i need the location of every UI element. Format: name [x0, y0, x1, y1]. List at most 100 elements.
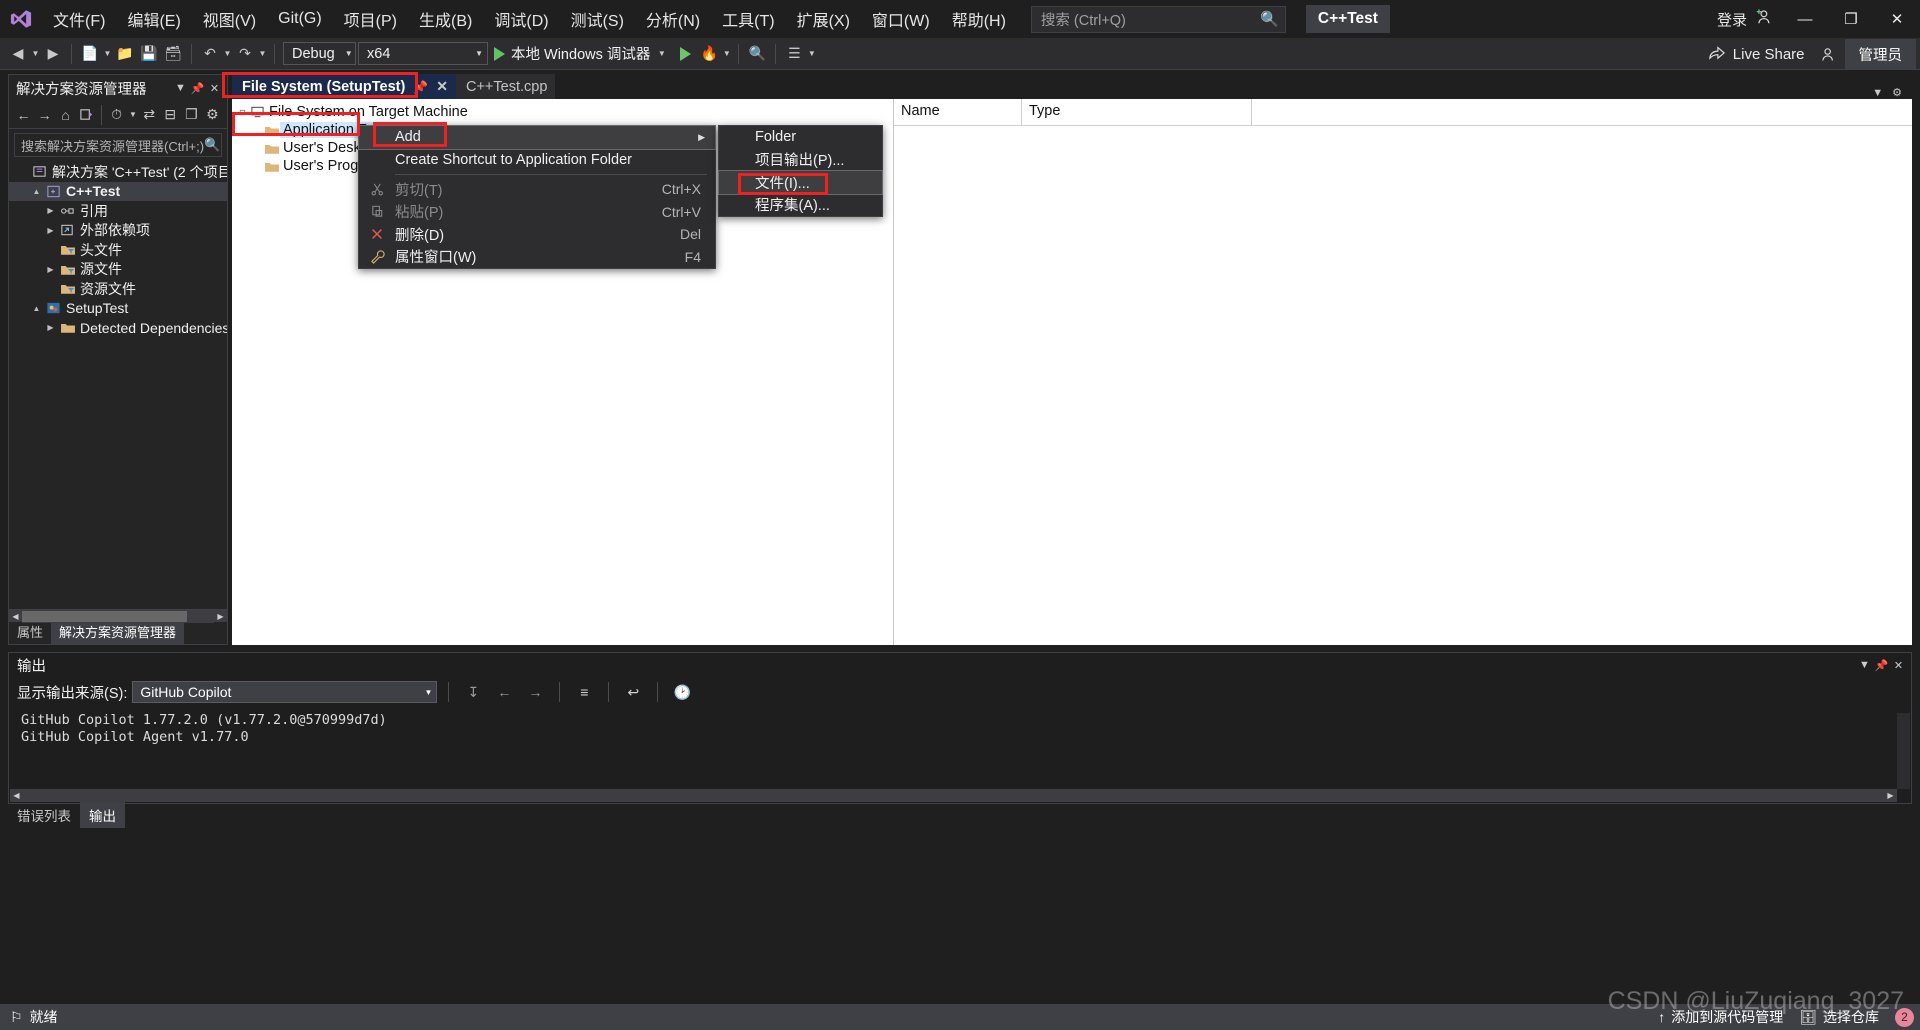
chevron-down-icon[interactable]: ▼ — [172, 78, 189, 98]
expander-icon[interactable]: ▶ — [43, 226, 58, 235]
menu-view[interactable]: 视图(V) — [192, 0, 267, 38]
scroll-right-icon[interactable]: ▶ — [214, 612, 227, 621]
context-menu-item[interactable]: 粘贴(P) Ctrl+V — [359, 201, 715, 224]
document-tab-strip[interactable]: File System (SetupTest) 📌 ✕ C++Test.cpp ▼ ⚙ — [232, 74, 1912, 99]
solution-tree-item[interactable]: ▶ 外部依赖项 — [9, 221, 227, 241]
submenu-item[interactable]: 项目输出(P)... — [719, 149, 882, 172]
menu-window[interactable]: 窗口(W) — [861, 0, 941, 38]
solution-tree-item[interactable]: ▶ 引用 — [9, 201, 227, 221]
menu-debug[interactable]: 调试(D) — [483, 0, 559, 38]
solution-explorer-hscrollbar[interactable]: ◀ ▶ — [9, 609, 227, 623]
navigate-forward-icon[interactable]: ▶ — [41, 42, 65, 66]
output-hscrollbar[interactable]: ◀ ▶ — [10, 789, 1897, 802]
context-menu-item[interactable]: Add ▶ — [358, 125, 716, 150]
sync-with-active-doc-icon[interactable] — [77, 104, 96, 126]
find-message-icon[interactable]: ↧ — [460, 680, 486, 704]
expander-icon[interactable]: ▶ — [43, 323, 58, 332]
restore-button[interactable]: ❐ — [1828, 0, 1874, 38]
menu-help[interactable]: 帮助(H) — [941, 0, 1017, 38]
play-outline-icon[interactable] — [673, 42, 697, 66]
window-layout-icon[interactable]: ☰ — [782, 42, 806, 66]
undo-dropdown-icon[interactable]: ▼ — [222, 49, 233, 58]
submenu-item[interactable]: 程序集(A)... — [719, 194, 882, 217]
new-project-icon[interactable]: 📄 — [78, 42, 102, 66]
minimize-button[interactable]: — — [1782, 0, 1828, 38]
window-layout-dropdown-icon[interactable]: ▼ — [806, 49, 817, 58]
undo-icon[interactable]: ↶ — [198, 42, 222, 66]
word-wrap-icon[interactable]: ↩ — [620, 680, 646, 704]
dock-tab-inactive[interactable]: 属性 — [9, 619, 51, 644]
back-icon[interactable]: ← — [14, 104, 33, 126]
scroll-right-icon[interactable]: ▶ — [1884, 791, 1897, 800]
menu-tools[interactable]: 工具(T) — [711, 0, 785, 38]
global-search-input[interactable]: 搜索 (Ctrl+Q) 🔍 — [1030, 5, 1286, 33]
start-debugging-button[interactable]: 本地 Windows 调试器 ▼ — [488, 41, 673, 67]
add-submenu[interactable]: Folder 项目输出(P)... 文件(I)... 程序集(A)... — [718, 125, 883, 217]
solution-tree-item[interactable]: ▲ C++Test — [9, 181, 227, 201]
navigate-back-dropdown-icon[interactable]: ▼ — [30, 49, 41, 58]
menu-analyze[interactable]: 分析(N) — [635, 0, 711, 38]
expander-icon[interactable]: ▶ — [43, 206, 58, 215]
live-share-button[interactable]: Live Share — [1700, 44, 1813, 64]
save-icon[interactable]: 💾 — [137, 42, 161, 66]
expander-icon[interactable]: ▶ — [43, 265, 58, 274]
output-vscrollbar[interactable] — [1897, 713, 1910, 789]
menu-test[interactable]: 测试(S) — [560, 0, 635, 38]
chevron-down-icon[interactable]: ▼ — [1856, 655, 1873, 675]
new-project-dropdown-icon[interactable]: ▼ — [102, 49, 113, 58]
save-all-icon[interactable]: 🗃 — [161, 42, 185, 66]
menu-build[interactable]: 生成(B) — [408, 0, 483, 38]
hot-reload-icon[interactable]: 🔥 — [697, 42, 721, 66]
application-folder-context-menu[interactable]: Add ▶ Create Shortcut to Application Folde… — [358, 125, 716, 269]
scrollbar-thumb[interactable] — [22, 610, 188, 622]
menu-extensions[interactable]: 扩展(X) — [786, 0, 861, 38]
solution-explorer-search-input[interactable]: 搜索解决方案资源管理器(Ctrl+;) 🔍 — [14, 133, 222, 157]
open-folder-search-icon[interactable]: 🔍 — [745, 42, 769, 66]
scroll-left-icon[interactable]: ◀ — [10, 791, 23, 800]
history-icon[interactable]: 🕑 — [669, 680, 695, 704]
document-tab[interactable]: File System (SetupTest) 📌 ✕ — [232, 74, 456, 99]
scrollbar-track[interactable] — [22, 609, 214, 623]
menu-project[interactable]: 项目(P) — [333, 0, 408, 38]
solution-tree-item[interactable]: ▶ Detected Dependencies — [9, 318, 227, 338]
show-all-files-icon[interactable]: ❐ — [182, 104, 201, 126]
menu-git[interactable]: Git(G) — [267, 0, 333, 38]
close-icon[interactable]: ✕ — [1890, 655, 1907, 675]
redo-icon[interactable]: ↷ — [233, 42, 257, 66]
open-file-icon[interactable]: 📁 — [113, 42, 137, 66]
context-menu-item[interactable]: 属性窗口(W) F4 — [359, 246, 715, 269]
solution-explorer-dock-tabs[interactable]: 属性 解决方案资源管理器 — [9, 619, 227, 644]
home-icon[interactable]: ⌂ — [56, 104, 75, 126]
collapse-all-icon[interactable]: ⊟ — [161, 104, 180, 126]
clear-all-icon[interactable]: ≡ — [571, 680, 597, 704]
sign-in-button[interactable]: 登录 — [1707, 8, 1782, 30]
grid-column-header[interactable]: Type — [1022, 99, 1252, 126]
bottom-dock-tab[interactable]: 错误列表 — [8, 802, 80, 828]
dock-tab-active[interactable]: 解决方案资源管理器 — [51, 619, 185, 644]
notification-badge[interactable]: 2 — [1895, 1007, 1914, 1027]
bottom-dock-tab[interactable]: 输出 — [80, 802, 125, 828]
file-system-tree-item[interactable]: ⊟ File System on Target Machine — [232, 103, 893, 121]
solution-tree-item[interactable]: 头文件 — [9, 240, 227, 260]
close-icon[interactable]: ✕ — [206, 78, 223, 98]
active-project-badge[interactable]: C++Test — [1305, 5, 1390, 33]
bottom-dock-tabs[interactable]: 错误列表 输出 — [8, 802, 125, 828]
solution-tree-item[interactable]: 资源文件 — [9, 279, 227, 299]
context-menu-item[interactable]: Create Shortcut to Application Folder — [359, 149, 715, 172]
solution-tree-item[interactable]: ▶ 源文件 — [9, 260, 227, 280]
context-menu-item[interactable]: 删除(D) Del — [359, 223, 715, 246]
solution-explorer-tree[interactable]: 解决方案 'C++Test' (2 个项目， ▲ C++Test ▶ 引用 ▶ 外部依赖项头… — [9, 160, 227, 609]
expander-icon[interactable]: ▲ — [29, 187, 44, 196]
chevron-down-icon[interactable]: ▼ — [1872, 87, 1883, 99]
select-repository-button[interactable]: 🗄 选择仓库 — [1799, 1007, 1879, 1027]
close-icon[interactable]: ✕ — [436, 78, 448, 95]
pin-icon[interactable]: 📌 — [413, 80, 428, 94]
pin-icon[interactable]: 📌 — [1873, 655, 1890, 675]
scrollbar-track[interactable] — [23, 789, 1884, 802]
refresh-icon[interactable]: ⇄ — [140, 104, 159, 126]
solution-platform-select[interactable]: x64 ▼ — [358, 42, 488, 65]
menu-file[interactable]: 文件(F) — [42, 0, 116, 38]
tab-strip-controls[interactable]: ▼ ⚙ — [1872, 86, 1912, 100]
close-button[interactable]: ✕ — [1874, 0, 1920, 38]
go-to-next-icon[interactable]: → — [522, 680, 548, 704]
